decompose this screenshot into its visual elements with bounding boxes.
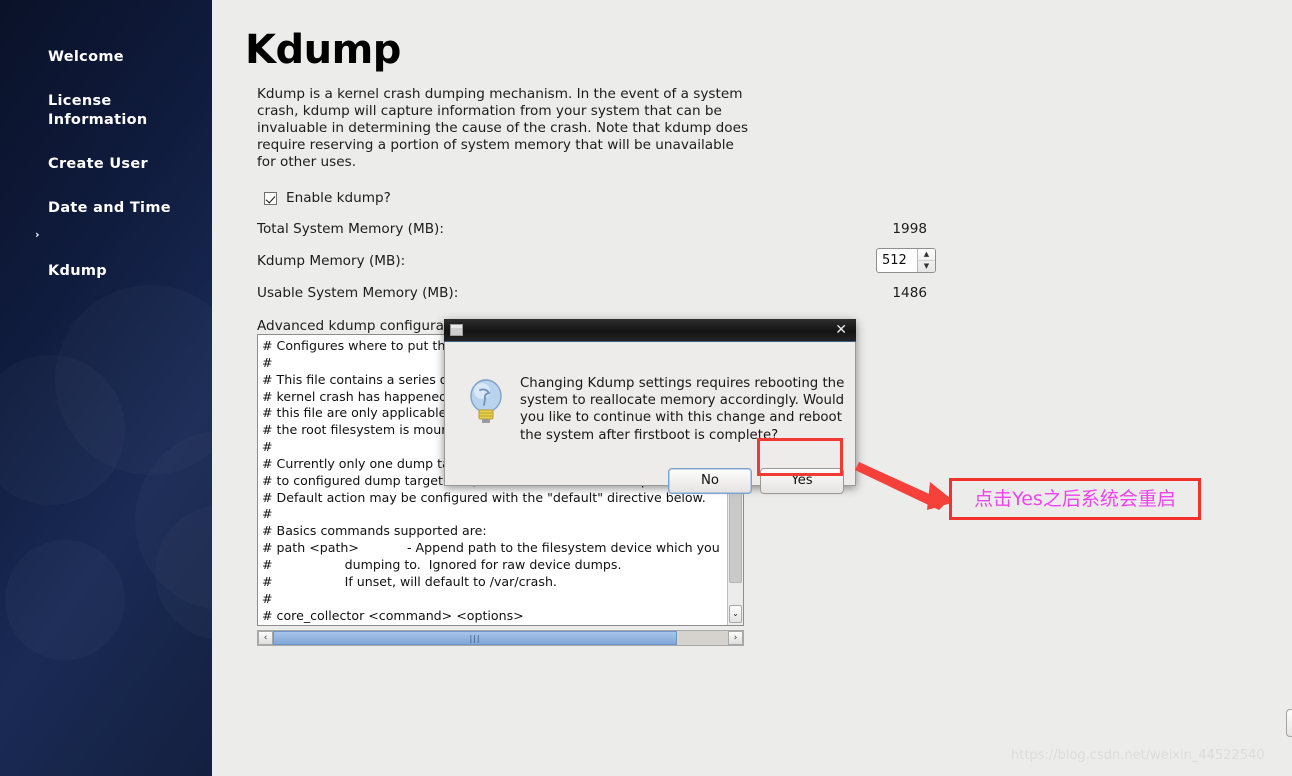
yes-button-highlight [757, 438, 843, 476]
sidebar-item-create-user[interactable]: Create User [0, 133, 212, 177]
stepper-buttons[interactable]: ▲ ▼ [917, 249, 935, 272]
sidebar: Welcome License Information Create User … [0, 0, 212, 776]
annotation-text: 点击Yes之后系统会重启 [974, 488, 1176, 510]
dialog-titlebar[interactable]: ✕ [444, 319, 856, 342]
enable-kdump-row[interactable]: Enable kdump? [264, 190, 391, 206]
sidebar-item-kdump[interactable]: › Kdump [0, 221, 212, 284]
intro-paragraph: Kdump is a kernel crash dumping mechanis… [257, 86, 749, 171]
hscroll-thumb[interactable]: ||| [273, 631, 677, 645]
sidebar-item-label: Create User [48, 156, 148, 172]
usable-system-memory-label: Usable System Memory (MB): [257, 285, 459, 301]
stepper-down-icon[interactable]: ▼ [918, 261, 935, 272]
watermark: https://blog.csdn.net/weixin_44522540 [1011, 748, 1265, 763]
advanced-config-label: Advanced kdump configuration [257, 318, 470, 334]
sidebar-item-welcome[interactable]: Welcome [0, 26, 212, 70]
window-icon [450, 324, 463, 336]
sidebar-item-label: Kdump [48, 263, 107, 279]
kdump-memory-input[interactable]: 512 [877, 249, 917, 272]
total-system-memory-row: Total System Memory (MB): 1998 [257, 221, 927, 237]
back-button[interactable]: Back [1286, 709, 1292, 737]
dialog-message: Changing Kdump settings requires rebooti… [520, 376, 845, 443]
sidebar-nav: Welcome License Information Create User … [0, 0, 212, 284]
total-system-memory-label: Total System Memory (MB): [257, 221, 444, 237]
hscroll-track[interactable]: ||| [273, 631, 728, 645]
sidebar-item-label: License Information [48, 93, 148, 128]
kdump-memory-stepper[interactable]: 512 ▲ ▼ [876, 248, 936, 273]
decorative-bubble [5, 540, 125, 660]
enable-kdump-checkbox[interactable] [264, 191, 277, 205]
sidebar-item-label: Date and Time [48, 200, 171, 216]
sidebar-item-label: Welcome [48, 49, 124, 65]
sidebar-item-date-and-time[interactable]: Date and Time [0, 177, 212, 221]
stepper-up-icon[interactable]: ▲ [918, 249, 935, 261]
usable-system-memory-value: 1486 [892, 285, 927, 301]
firstboot-window: Welcome License Information Create User … [0, 0, 1292, 776]
hscroll-left-icon[interactable]: ‹ [258, 631, 273, 645]
close-icon[interactable]: ✕ [835, 322, 847, 338]
sidebar-item-license-information[interactable]: License Information [0, 70, 212, 133]
enable-kdump-label: Enable kdump? [286, 190, 391, 206]
lightbulb-icon [470, 379, 502, 423]
page-title: Kdump [245, 27, 401, 73]
no-button[interactable]: No [668, 468, 752, 494]
usable-system-memory-row: Usable System Memory (MB): 1486 [257, 285, 927, 301]
kdump-memory-row: Kdump Memory (MB): [257, 253, 927, 269]
config-horizontal-scrollbar[interactable]: ‹ ||| › [257, 630, 744, 646]
annotation-box: 点击Yes之后系统会重启 [949, 478, 1201, 520]
kdump-memory-label: Kdump Memory (MB): [257, 253, 406, 269]
annotation-arrow [855, 462, 955, 510]
total-system-memory-value: 1998 [892, 221, 927, 237]
chevron-right-icon: › [35, 228, 40, 241]
config-vscroll-down-icon[interactable]: ⌄ [729, 605, 742, 623]
hscroll-right-icon[interactable]: › [728, 631, 743, 645]
